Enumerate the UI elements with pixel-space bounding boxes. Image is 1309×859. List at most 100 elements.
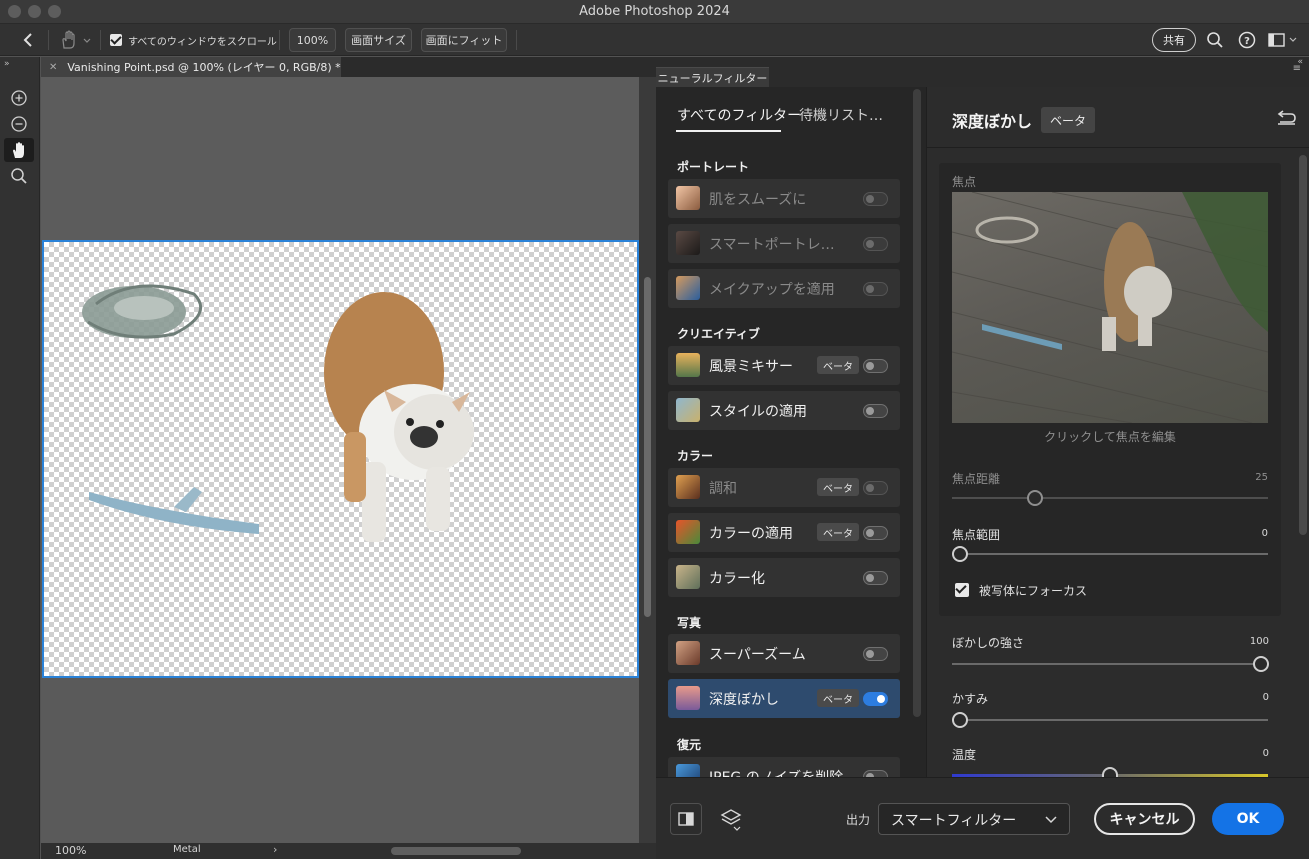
hand-tool-preset-button[interactable] [58,29,94,51]
focal-distance-slider-knob[interactable] [1027,490,1043,506]
focal-distance-label: 焦点距離 [952,472,1001,486]
filter-item-super-zoom[interactable]: スーパーズーム [668,634,900,673]
scroll-all-windows-checkbox[interactable] [110,34,122,46]
magnifier-icon [11,168,27,184]
blur-strength-label: ぼかしの強さ [952,636,1025,650]
zoom-out-tool[interactable] [4,112,34,136]
filter-item-colorize[interactable]: カラー化 [668,558,900,597]
filter-toggle[interactable] [863,282,888,296]
hand-icon [13,142,24,158]
reset-icon [1277,110,1296,125]
blur-strength-slider[interactable] [952,663,1268,665]
layer-preview-button[interactable] [720,807,742,831]
document-canvas[interactable] [42,240,639,678]
filter-item-depth-blur[interactable]: 深度ぼかし ベータ [668,679,900,718]
haze-value: 0 [1262,692,1269,703]
temperature-label: 温度 [952,748,977,762]
filter-toggle[interactable] [863,770,888,777]
filter-label: 調和 [709,481,737,497]
filter-item-jpeg-artifacts-removal[interactable]: JPEG のノイズを削除 [668,757,900,777]
haze-slider-knob[interactable] [952,712,968,728]
fit-screen-button[interactable]: 画面サイズ [345,28,412,52]
neural-filters-tab[interactable]: ニューラルフィルター [656,67,769,87]
filter-thumbnail [676,398,700,422]
horizontal-scrollbar[interactable] [391,847,521,855]
filter-toggle[interactable] [863,526,888,540]
filter-toggle[interactable] [863,404,888,418]
filter-item-color-transfer[interactable]: カラーの適用 ベータ [668,513,900,552]
haze-slider[interactable] [952,719,1268,721]
filter-toggle[interactable] [863,359,888,373]
tools-panel: » [0,57,40,859]
close-tab-icon[interactable]: ✕ [49,62,57,73]
filter-toggle[interactable] [863,571,888,585]
reset-button[interactable] [1275,108,1297,128]
beta-badge: ベータ [817,356,859,374]
filter-settings: 深度ぼかし ベータ 焦点 クリックして焦点を編集 焦点距離 25 焦点範囲 0 … [926,87,1309,777]
filter-toggle[interactable] [863,237,888,251]
zoom-100-button[interactable]: 100% [289,28,336,52]
settings-scrollbar[interactable] [1299,155,1307,535]
zoom-in-tool[interactable] [4,86,34,110]
focal-distance-slider[interactable] [952,497,1268,499]
focus-subject-checkbox[interactable] [955,583,969,597]
split-view-icon [678,812,694,826]
filter-toggle[interactable] [863,481,888,495]
canvas-vertical-scrollbar[interactable] [639,77,656,843]
tab-wait-list[interactable]: 待機リスト… [799,105,883,125]
filter-label: 風景ミキサー [709,359,793,375]
ok-button[interactable]: OK [1212,803,1284,835]
status-info: Metal [173,844,201,855]
zoom-tool[interactable] [4,164,34,188]
filter-item-smart-portrait[interactable]: スマートポートレ… [668,224,900,263]
filter-toggle[interactable] [863,692,888,706]
fill-screen-button[interactable]: 画面にフィット [421,28,507,52]
filter-item-landscape-mixer[interactable]: 風景ミキサー ベータ [668,346,900,385]
cancel-button[interactable]: キャンセル [1094,803,1195,835]
output-label: 出力 [846,813,871,827]
filter-item-makeup-transfer[interactable]: メイクアップを適用 [668,269,900,308]
zoom-level[interactable]: 100% [55,844,86,857]
filter-label: カラーの適用 [709,526,793,542]
filter-item-style-transfer[interactable]: スタイルの適用 [668,391,900,430]
filter-label: 肌をスムーズに [709,192,807,208]
document-tab[interactable]: ✕ Vanishing Point.psd @ 100% (レイヤー 0, RG… [41,57,341,77]
focal-range-slider[interactable] [952,553,1268,555]
workspace-button[interactable] [1268,31,1298,49]
category-portrait: ポートレート [677,160,750,174]
output-select[interactable]: スマートフィルター [878,803,1070,835]
chevron-down-icon [1045,816,1057,824]
focus-subject-label: 被写体にフォーカス [979,584,1088,598]
collapse-tools-icon[interactable]: » [4,59,10,69]
window-title: Adobe Photoshop 2024 [579,4,730,19]
focal-range-value: 0 [1261,528,1268,539]
tab-all-filters[interactable]: すべてのフィルター [677,105,801,125]
search-button[interactable] [1206,31,1224,49]
canvas-image [82,284,474,542]
filter-list-scrollbar[interactable] [913,89,921,717]
filter-toggle[interactable] [863,647,888,661]
compare-view-button[interactable] [670,803,702,835]
filter-thumbnail [676,186,700,210]
category-restoration: 復元 [677,738,702,752]
share-button[interactable]: 共有 [1152,28,1196,52]
blur-strength-slider-knob[interactable] [1253,656,1269,672]
filter-item-skin-smoothing[interactable]: 肌をスムーズに [668,179,900,218]
filter-label: 深度ぼかし [709,692,779,708]
back-button[interactable] [18,30,38,50]
temperature-slider-knob[interactable] [1102,767,1118,777]
focal-range-slider-knob[interactable] [952,546,968,562]
neural-filters-panel: すべてのフィルター 待機リスト… ポートレート 肌をスムーズに スマートポートレ… [656,87,1309,859]
status-bar: 100% Metal › [41,843,656,859]
panel-menu-icon[interactable]: ≡ [1293,63,1301,74]
canvas-area[interactable] [41,77,639,843]
hand-tool[interactable] [4,138,34,162]
filter-toggle[interactable] [863,192,888,206]
help-button[interactable]: ? [1238,31,1256,49]
focal-point-label: 焦点 [952,175,977,189]
filter-label: スタイルの適用 [709,404,807,420]
filter-item-harmonization[interactable]: 調和 ベータ [668,468,900,507]
focal-point-preview[interactable] [952,192,1268,423]
filter-thumbnail [676,353,700,377]
status-menu-icon[interactable]: › [273,843,277,856]
